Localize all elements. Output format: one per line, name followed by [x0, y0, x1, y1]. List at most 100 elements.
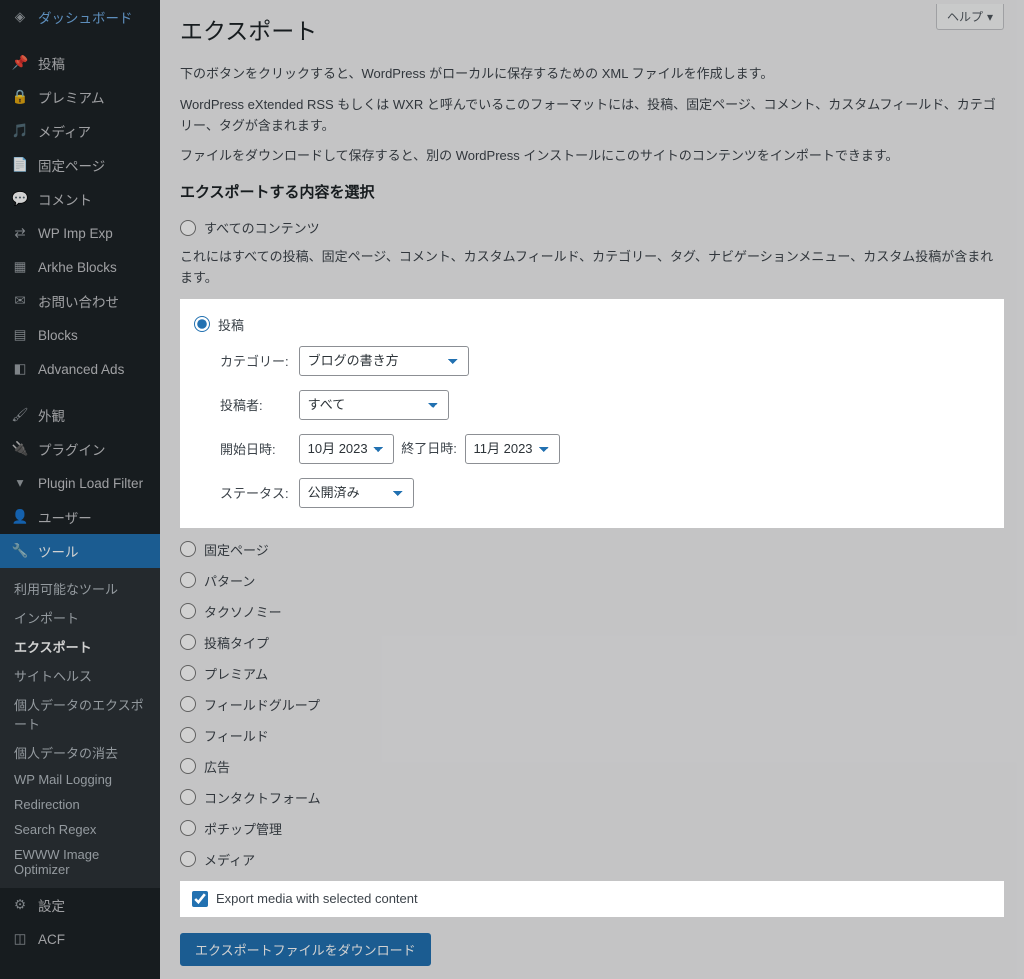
radio-label: タクソノミー — [204, 602, 282, 621]
submenu-redirection[interactable]: Redirection — [0, 792, 160, 817]
sidebar-item-arkhe[interactable]: ▦ Arkhe Blocks — [0, 250, 160, 284]
sidebar-item-plf[interactable]: ▾Plugin Load Filter — [0, 466, 160, 500]
submenu-import[interactable]: インポート — [0, 603, 160, 632]
sidebar-item-plugins[interactable]: 🔌プラグイン — [0, 432, 160, 466]
radio-pages[interactable] — [180, 541, 196, 557]
author-label: 投稿者: — [220, 398, 263, 413]
submenu-available-tools[interactable]: 利用可能なツール — [0, 574, 160, 603]
radio-contact[interactable] — [180, 789, 196, 805]
radio-label: パターン — [204, 571, 255, 590]
mail-icon: ✉ — [10, 291, 30, 311]
option-field-group[interactable]: フィールドグループ — [180, 689, 1004, 720]
option-all-content[interactable]: すべてのコンテンツ — [180, 212, 1004, 243]
submenu-ewww[interactable]: EWWW Image Optimizer — [0, 842, 160, 882]
download-export-button[interactable]: エクスポートファイルをダウンロード — [180, 933, 431, 966]
ad-icon: ◧ — [10, 359, 30, 379]
option-taxonomy[interactable]: タクソノミー — [180, 596, 1004, 627]
radio-label: フィールド — [204, 726, 269, 745]
sidebar-item-wpimpexp[interactable]: ⇄ WP Imp Exp — [0, 216, 160, 250]
start-date-select[interactable]: 10月 2023 — [299, 434, 394, 464]
option-post-type[interactable]: 投稿タイプ — [180, 627, 1004, 658]
wrench-icon: 🔧 — [10, 541, 30, 561]
sidebar-item-tools[interactable]: 🔧 ツール — [0, 534, 160, 568]
main-content: ヘルプ ▾ エクスポート 下のボタンをクリックすると、WordPress がロー… — [160, 0, 1024, 979]
radio-label: 広告 — [204, 757, 230, 776]
export-media-checkbox[interactable] — [192, 891, 208, 907]
tools-submenu: 利用可能なツール インポート エクスポート サイトヘルス 個人データのエクスポー… — [0, 568, 160, 888]
sidebar-item-premium[interactable]: 🔒プレミアム — [0, 80, 160, 114]
radio-field[interactable] — [180, 727, 196, 743]
sidebar-label: Arkhe Blocks — [38, 260, 117, 275]
radio-patterns[interactable] — [180, 572, 196, 588]
export-media-row[interactable]: Export media with selected content — [192, 891, 992, 907]
radio-label: すべてのコンテンツ — [204, 218, 320, 237]
option-contact[interactable]: コンタクトフォーム — [180, 782, 1004, 813]
sidebar-label: Plugin Load Filter — [38, 476, 143, 491]
sidebar-label: 投稿 — [38, 53, 65, 73]
sidebar-label: ユーザー — [38, 507, 92, 527]
status-select[interactable]: 公開済み — [299, 478, 414, 508]
transfer-icon: ⇄ — [10, 223, 30, 243]
radio-label: 固定ページ — [204, 540, 269, 559]
help-tab[interactable]: ヘルプ ▾ — [936, 4, 1004, 30]
radio-label: ポチップ管理 — [204, 819, 282, 838]
option-posts[interactable]: 投稿 — [194, 311, 990, 338]
sidebar-item-dashboard[interactable]: ◈ダッシュボード — [0, 0, 160, 34]
category-select[interactable]: ブログの書き方 — [299, 346, 469, 376]
submenu-export[interactable]: エクスポート — [0, 632, 160, 661]
option-premium[interactable]: プレミアム — [180, 658, 1004, 689]
radio-field-group[interactable] — [180, 696, 196, 712]
sidebar-label: 外観 — [38, 405, 65, 425]
sidebar-item-comments[interactable]: 💬コメント — [0, 182, 160, 216]
radio-premium[interactable] — [180, 665, 196, 681]
sidebar-label: コメント — [38, 189, 92, 209]
media-icon: 🎵 — [10, 121, 30, 141]
sidebar-item-appearance[interactable]: 🖌外観 — [0, 398, 160, 432]
submenu-wpmail[interactable]: WP Mail Logging — [0, 767, 160, 792]
settings-icon: ⚙ — [10, 895, 30, 915]
sidebar-item-posts[interactable]: 📌 投稿 — [0, 46, 160, 80]
pin-icon: 📌 — [10, 53, 30, 73]
page-icon: 📄 — [10, 155, 30, 175]
radio-taxonomy[interactable] — [180, 603, 196, 619]
sidebar-label: WP Imp Exp — [38, 226, 113, 241]
radio-label: 投稿 — [218, 315, 244, 334]
submenu-searchregex[interactable]: Search Regex — [0, 817, 160, 842]
radio-all-content[interactable] — [180, 220, 196, 236]
sidebar-item-advancedads[interactable]: ◧Advanced Ads — [0, 352, 160, 386]
radio-media[interactable] — [180, 851, 196, 867]
submenu-personal-export[interactable]: 個人データのエクスポート — [0, 690, 160, 738]
radio-label: 投稿タイプ — [204, 633, 269, 652]
page-title: エクスポート — [180, 0, 1004, 54]
sidebar-item-contact[interactable]: ✉お問い合わせ — [0, 284, 160, 318]
end-date-select[interactable]: 11月 2023 — [465, 434, 560, 464]
posts-filter-panel: 投稿 カテゴリー: ブログの書き方 投稿者: すべて 開始日時: 10月 202… — [180, 299, 1004, 528]
checkbox-label: Export media with selected content — [216, 891, 418, 906]
sidebar-label: ツール — [38, 541, 79, 561]
radio-posts[interactable] — [194, 316, 210, 332]
blocks-icon: ▦ — [10, 257, 30, 277]
sidebar-item-settings[interactable]: ⚙設定 — [0, 888, 160, 922]
user-icon: 👤 — [10, 507, 30, 527]
sidebar-item-blocks[interactable]: ▤Blocks — [0, 318, 160, 352]
sidebar-item-acf[interactable]: ◫ACF — [0, 922, 160, 956]
option-pages[interactable]: 固定ページ — [180, 534, 1004, 565]
author-select[interactable]: すべて — [299, 390, 449, 420]
sidebar-label: プレミアム — [38, 87, 105, 107]
option-field[interactable]: フィールド — [180, 720, 1004, 751]
radio-ads[interactable] — [180, 758, 196, 774]
sidebar-item-users[interactable]: 👤 ユーザー — [0, 500, 160, 534]
option-ads[interactable]: 広告 — [180, 751, 1004, 782]
option-patterns[interactable]: パターン — [180, 565, 1004, 596]
submenu-personal-erase[interactable]: 個人データの消去 — [0, 738, 160, 767]
submenu-sitehealth[interactable]: サイトヘルス — [0, 661, 160, 690]
sidebar-label: 固定ページ — [38, 155, 105, 175]
sidebar-item-pages[interactable]: 📄 固定ページ — [0, 148, 160, 182]
export-desc-3: ファイルをダウンロードして保存すると、別の WordPress インストールにこ… — [180, 146, 1004, 167]
sidebar-item-media[interactable]: 🎵メディア — [0, 114, 160, 148]
radio-label: フィールドグループ — [204, 695, 320, 714]
radio-post-type[interactable] — [180, 634, 196, 650]
option-pochip[interactable]: ポチップ管理 — [180, 813, 1004, 844]
option-media[interactable]: メディア — [180, 844, 1004, 875]
radio-pochip[interactable] — [180, 820, 196, 836]
